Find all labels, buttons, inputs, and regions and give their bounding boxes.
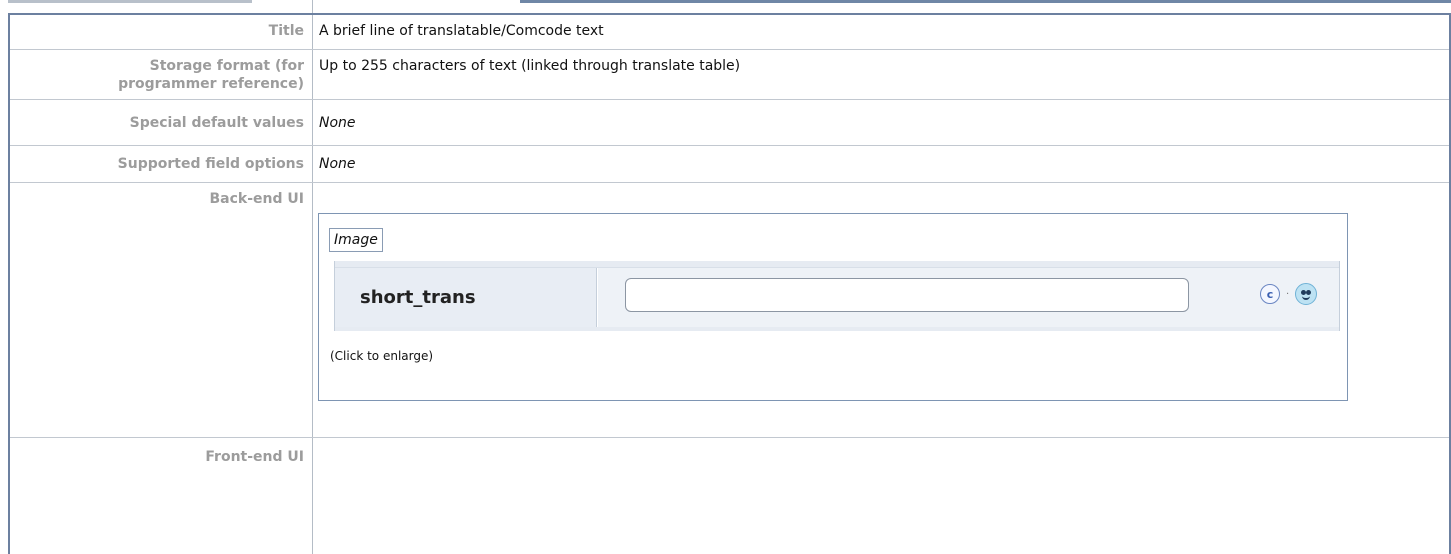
top-accent-right <box>520 0 1451 3</box>
row-label-frontend-ui: Front-end UI <box>205 449 304 465</box>
row-label-storage-line1: Storage format (for <box>149 58 304 74</box>
row-special-defaults: Special default values None <box>10 100 1449 146</box>
field-name-label: short_trans <box>360 287 476 308</box>
backend-ui-figure: Image short_trans c · (Click to enlarge) <box>318 213 1348 401</box>
top-accent-left <box>8 0 252 3</box>
screenshot-top-band <box>335 261 1339 268</box>
row-label-supported-options: Supported field options <box>117 156 304 172</box>
row-value-supported-options: None <box>319 156 356 172</box>
tool-separator: · <box>1286 288 1290 300</box>
row-supported-options: Supported field options None <box>10 146 1449 183</box>
screenshot-bottom-band <box>335 327 1339 331</box>
screenshot-frame: short_trans c · <box>334 261 1340 331</box>
row-value-title: A brief line of translatable/Comcode tex… <box>319 23 604 39</box>
row-value-special-defaults: None <box>319 115 356 131</box>
row-storage-format: Storage format (for programmer reference… <box>10 50 1449 100</box>
row-label-storage-line2: programmer reference) <box>118 76 304 92</box>
click-to-enlarge-link[interactable]: (Click to enlarge) <box>330 349 433 363</box>
backend-ui-screenshot[interactable]: short_trans c · <box>334 261 1340 331</box>
row-label-title: Title <box>268 23 304 39</box>
row-label-backend-ui: Back-end UI <box>209 191 304 207</box>
row-title: Title A brief line of translatable/Comco… <box>10 13 1449 50</box>
input-tools: c · <box>1260 283 1318 305</box>
row-label-special-defaults: Special default values <box>129 115 304 131</box>
row-value-storage-format: Up to 255 characters of text (linked thr… <box>319 58 741 74</box>
emoticon-icon <box>1295 283 1318 305</box>
row-frontend-ui: Front-end UI <box>10 438 1449 554</box>
comcode-icon: c <box>1260 284 1280 304</box>
row-label-storage-format: Storage format (for programmer reference… <box>10 50 312 99</box>
short-trans-input <box>625 278 1189 312</box>
row-value-frontend-ui <box>312 438 1449 554</box>
image-caption: Image <box>329 228 383 252</box>
emoticon-mouth <box>1302 295 1311 300</box>
